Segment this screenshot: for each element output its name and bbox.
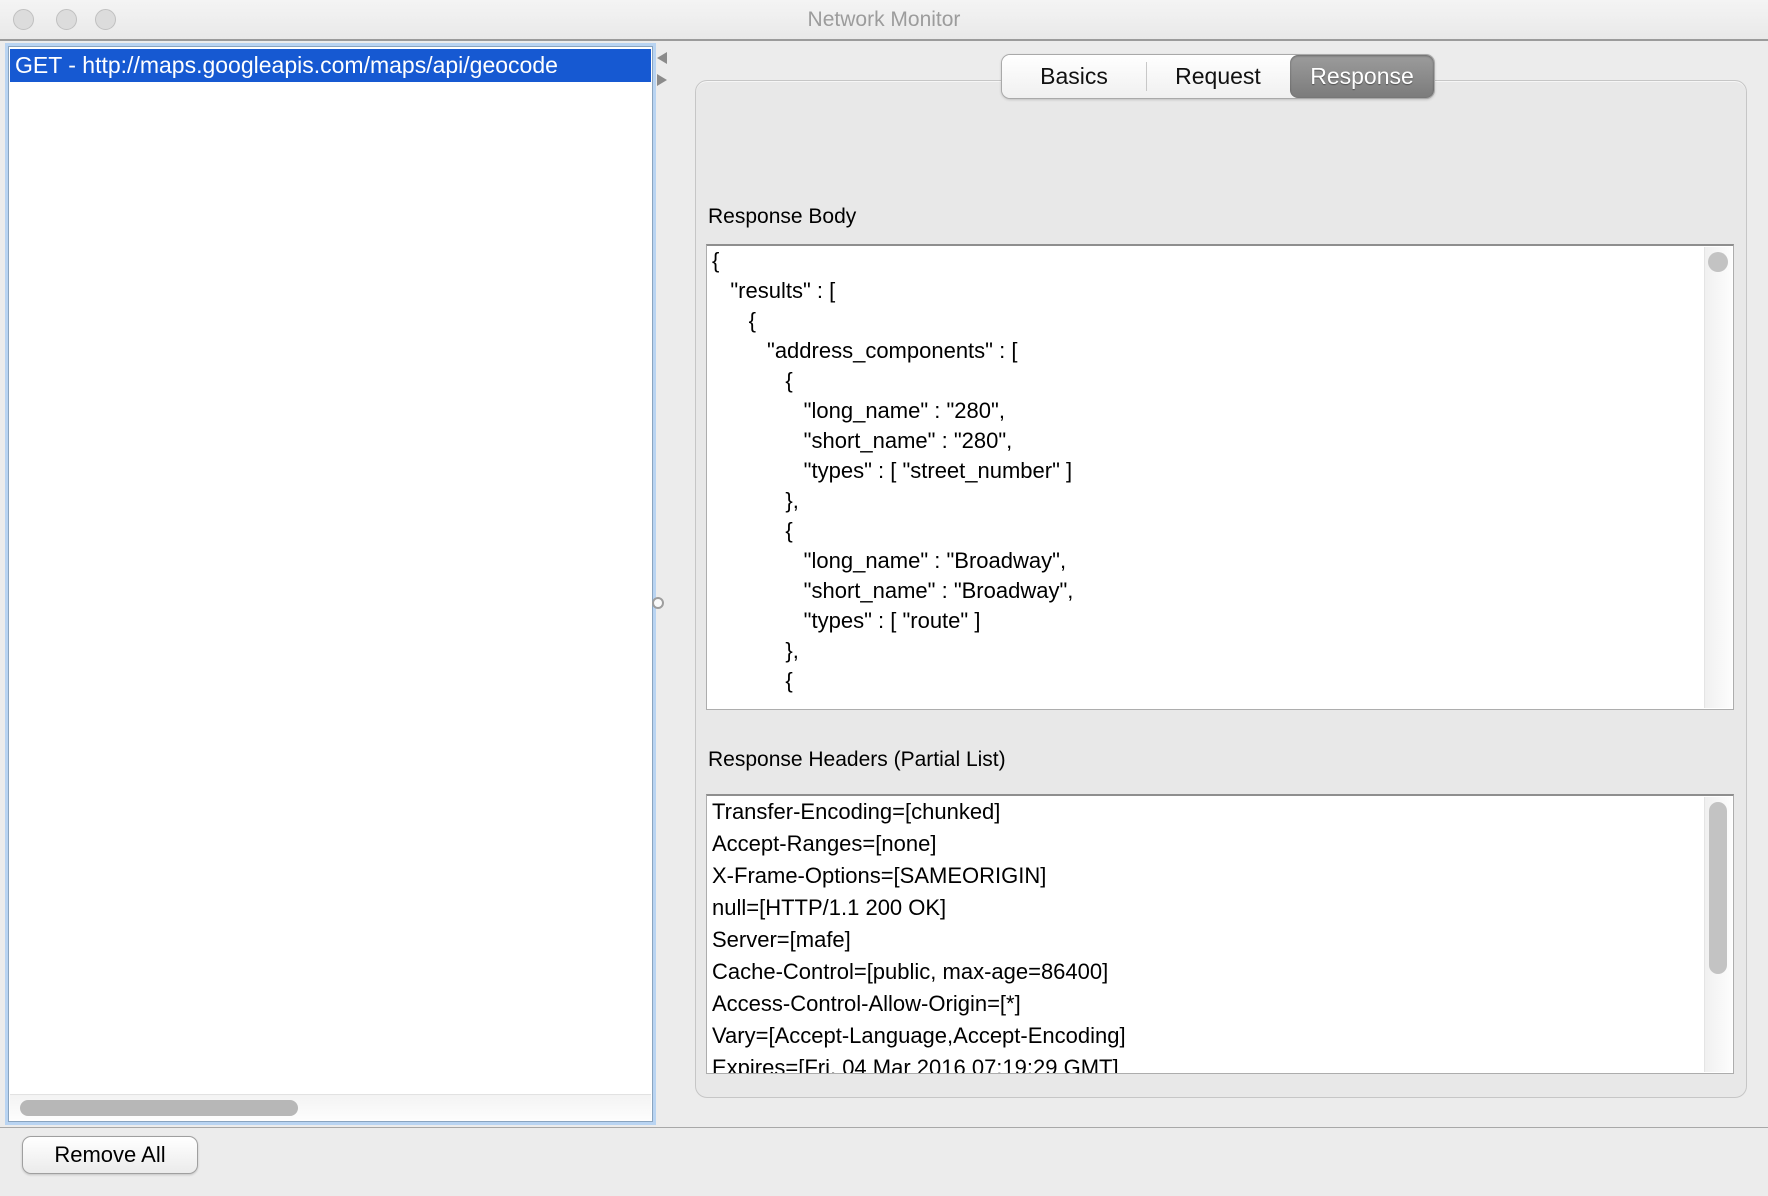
title-bar: Network Monitor: [0, 0, 1768, 41]
response-headers-textarea[interactable]: Transfer-Encoding=[chunked]Accept-Ranges…: [706, 794, 1734, 1074]
response-body-line: {: [707, 516, 1733, 546]
response-header-line: Transfer-Encoding=[chunked]: [707, 796, 1733, 828]
response-headers-scrollbar-thumb[interactable]: [1709, 802, 1727, 974]
response-header-line: null=[HTTP/1.1 200 OK]: [707, 892, 1733, 924]
response-body-label: Response Body: [708, 205, 856, 229]
response-body-line: },: [707, 636, 1733, 666]
response-body-line: {: [707, 246, 1733, 276]
response-body-line: "short_name" : "Broadway",: [707, 576, 1733, 606]
response-header-line: Accept-Ranges=[none]: [707, 828, 1733, 860]
request-list[interactable]: GET - http://maps.googleapis.com/maps/ap…: [8, 46, 653, 1122]
response-body-textarea[interactable]: { "results" : [ { "address_components" :…: [706, 244, 1734, 710]
response-body-line: "long_name" : "Broadway",: [707, 546, 1733, 576]
splitter-collapse-right-icon[interactable]: [657, 74, 667, 86]
response-body-line: "address_components" : [: [707, 336, 1733, 366]
response-headers-label: Response Headers (Partial List): [708, 748, 1006, 772]
response-header-line: Cache-Control=[public, max-age=86400]: [707, 956, 1733, 988]
response-body-line: },: [707, 486, 1733, 516]
response-header-line: Vary=[Accept-Language,Accept-Encoding]: [707, 1020, 1733, 1052]
response-body-line: {: [707, 366, 1733, 396]
response-body-line: "types" : [ "street_number" ]: [707, 456, 1733, 486]
tab-basics[interactable]: Basics: [1002, 55, 1146, 98]
footer-separator: [0, 1127, 1768, 1128]
splitter-grip[interactable]: [652, 597, 664, 609]
horizontal-scrollbar[interactable]: [10, 1094, 651, 1120]
response-header-line: Expires=[Fri, 04 Mar 2016 07:19:29 GMT]: [707, 1052, 1733, 1074]
response-header-line: X-Frame-Options=[SAMEORIGIN]: [707, 860, 1733, 892]
response-body-line: {: [707, 666, 1733, 696]
response-body-scrollbar-thumb[interactable]: [1708, 252, 1728, 272]
response-body-line: "long_name" : "280",: [707, 396, 1733, 426]
splitter-collapse-left-icon[interactable]: [657, 52, 667, 64]
request-list-item-selected[interactable]: GET - http://maps.googleapis.com/maps/ap…: [10, 49, 651, 82]
response-headers-scrollbar[interactable]: [1704, 797, 1732, 1072]
tab-response[interactable]: Response: [1290, 55, 1434, 98]
detail-tabbar: Basics Request Response: [1002, 55, 1434, 98]
remove-all-button[interactable]: Remove All: [22, 1136, 198, 1174]
tab-request[interactable]: Request: [1146, 55, 1290, 98]
response-body-line: {: [707, 306, 1733, 336]
response-body-line: "types" : [ "route" ]: [707, 606, 1733, 636]
response-header-line: Server=[mafe]: [707, 924, 1733, 956]
response-body-scrollbar[interactable]: [1704, 247, 1732, 708]
response-header-line: Access-Control-Allow-Origin=[*]: [707, 988, 1733, 1020]
window-title: Network Monitor: [0, 8, 1768, 32]
horizontal-scrollbar-thumb[interactable]: [20, 1100, 298, 1116]
response-body-line: "short_name" : "280",: [707, 426, 1733, 456]
response-body-line: "results" : [: [707, 276, 1733, 306]
